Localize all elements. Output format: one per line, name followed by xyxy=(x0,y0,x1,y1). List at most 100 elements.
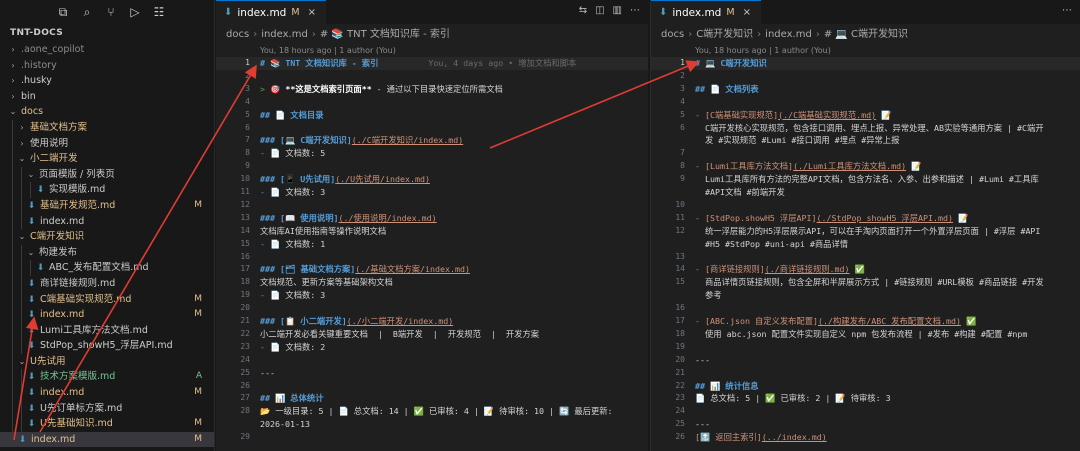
code-line[interactable]: 14 文档库AI使用指南等操作说明文档 xyxy=(216,225,648,238)
code-line[interactable]: 21 xyxy=(651,367,1080,380)
tree-folder[interactable]: ⌄ 构建发布 xyxy=(0,244,214,261)
breadcrumb[interactable]: docs › index.md › # 📚 TNT 文档知识库 - 索引 xyxy=(216,24,648,46)
tree-file[interactable]: ⬇ U先基础知识.md M xyxy=(0,416,214,432)
tree-file[interactable]: ⬇ StdPop_showH5_浮层API.md xyxy=(0,338,214,354)
tree-folder[interactable]: ⌄ U先试用 xyxy=(0,353,214,370)
code-line[interactable]: 25 --- xyxy=(216,367,648,380)
code-line[interactable]: 15 商品详情页链接规则，包含全屏和半屏展示方式 | #链接规则 #URL模板 … xyxy=(651,276,1080,289)
tree-folder[interactable]: ⌄ 页面模版 / 列表页 xyxy=(0,166,214,183)
code-line[interactable]: 2 xyxy=(651,70,1080,83)
extensions-icon[interactable]: ☷ xyxy=(152,5,166,19)
tree-folder[interactable]: › .aone_copilot xyxy=(0,42,214,58)
code-line[interactable]: 7 ### [💻 C端开发知识](./C端开发知识/index.md) xyxy=(216,134,648,147)
tree-file[interactable]: ⬇ C端基础实现规范.md M xyxy=(0,291,214,308)
code-line[interactable]: 28 📂 一级目录: 5 | 📄 总文档: 14 | ✅ 已审核: 4 | 📝 待… xyxy=(216,405,648,418)
code-line[interactable]: 20 --- xyxy=(651,354,1080,367)
code-line[interactable]: 16 xyxy=(651,302,1080,315)
breadcrumb-item[interactable]: index.md xyxy=(765,29,812,40)
tree-file[interactable]: ⬇ ABC_发布配置文档.md xyxy=(0,260,214,276)
tree-folder[interactable]: › 使用说明 xyxy=(0,135,214,152)
tree-file[interactable]: ⬇ 技术方案模版.md A xyxy=(0,369,214,386)
code-line[interactable]: 19- 📄 文档数: 3 xyxy=(216,289,648,302)
code-line[interactable]: 3 ## 📄 文档列表 xyxy=(651,83,1080,96)
tree-file[interactable]: ⬇ index.md M xyxy=(0,431,214,448)
run-debug-icon[interactable]: ▷ xyxy=(128,5,142,19)
tree-folder[interactable]: › .history xyxy=(0,58,214,74)
tree-file[interactable]: ⬇ Lumi工具库方法文档.md xyxy=(0,322,214,339)
code-line[interactable]: 参考 xyxy=(651,289,1080,302)
breadcrumb-item[interactable]: # 📚 TNT 文档知识库 - 索引 xyxy=(320,29,450,40)
tree-folder[interactable]: ⌄ C端开发知识 xyxy=(0,229,214,245)
code-line[interactable]: 23 📄 总文档: 5 | ✅ 已审核: 2 | 📝 待审核: 3 xyxy=(651,392,1080,405)
tree-file[interactable]: ⬇ index.md M xyxy=(0,307,214,323)
code-line[interactable]: 17 - [ABC.json 自定义发布配置](./构建发布/ABC_发布配置文档… xyxy=(651,315,1080,328)
code-line[interactable]: 2 xyxy=(216,70,648,83)
breadcrumb-item[interactable]: index.md xyxy=(261,29,308,40)
source-control-icon[interactable]: ⑂ xyxy=(104,5,118,19)
code-line[interactable]: 13 ### [📖 使用说明](./使用说明/index.md) xyxy=(216,212,648,225)
code-line[interactable]: 16 xyxy=(216,251,648,264)
code-line[interactable]: 12 xyxy=(216,199,648,212)
code-line[interactable]: 4 xyxy=(216,96,648,109)
code-line[interactable]: 11- [StdPop.showH5 浮层API](./StdPop_showH… xyxy=(651,212,1080,225)
split-editor-icon[interactable]: ▥ xyxy=(613,5,622,16)
more-actions-icon[interactable]: ⋯ xyxy=(1062,5,1072,16)
more-actions-icon[interactable]: ⋯ xyxy=(630,5,640,16)
code-line[interactable]: 26 xyxy=(216,380,648,393)
tree-folder[interactable]: ⌄ docs xyxy=(0,104,214,120)
code-line[interactable]: 7 xyxy=(651,147,1080,160)
tree-file[interactable]: ⬇ U先订单标方案.md xyxy=(0,400,214,417)
tab-close-icon[interactable]: × xyxy=(308,7,316,18)
code-line[interactable]: 29 xyxy=(216,431,648,444)
code-line[interactable]: 15- 📄 文档数: 1 xyxy=(216,238,648,251)
search-icon[interactable]: ⌕ xyxy=(80,5,94,20)
code-line[interactable]: 25 --- xyxy=(651,418,1080,431)
code-line[interactable]: 11 - 📄 文档数: 3 xyxy=(216,186,648,199)
code-line[interactable]: 22 ## 📊 统计信息 xyxy=(651,380,1080,393)
code-line[interactable]: 2026-01-13 xyxy=(216,418,648,431)
code-line[interactable]: 9 Lumi工具库所有方法的完整API文档，包含方法名、入参、出参和描述 | #… xyxy=(651,173,1080,186)
tree-folder[interactable]: › 基础文档方案 xyxy=(0,119,214,136)
breadcrumb-item[interactable]: docs xyxy=(226,29,249,40)
tree-folder[interactable]: › bin xyxy=(0,89,214,105)
code-line[interactable]: 发 #实现规范 #Lumi #接口调用 #埋点 #异常上报 xyxy=(651,134,1080,147)
code-line[interactable]: 24 xyxy=(651,405,1080,418)
breadcrumb[interactable]: docs › C端开发知识 › index.md › # 💻 C端开发知识 xyxy=(651,24,1080,46)
preview-icon[interactable]: ◫ xyxy=(595,5,604,16)
tree-file[interactable]: ⬇ 商详链接规则.md xyxy=(0,275,214,292)
codelens-blame[interactable]: You, 18 hours ago | 1 author (You) xyxy=(695,46,831,55)
tab-close-icon[interactable]: × xyxy=(743,7,751,18)
code-line[interactable]: 1 # 📚 TNT 文档知识库 - 索引 You, 4 days ago • 增加… xyxy=(216,57,648,70)
right-editor-tab[interactable]: ⬇ index.md M × xyxy=(651,0,761,24)
code-line[interactable]: 10 xyxy=(651,199,1080,212)
breadcrumb-item[interactable]: C端开发知识 xyxy=(696,29,753,40)
code-line[interactable]: 9 xyxy=(216,160,648,173)
code-line[interactable]: 26 [🔝 返回主索引](../index.md) xyxy=(651,431,1080,444)
code-line[interactable]: 8- 📄 文档数: 5 xyxy=(216,147,648,160)
code-line[interactable]: 21 ### [📋 小二端开发](./小二端开发/index.md) xyxy=(216,315,648,328)
code-line[interactable]: 4 xyxy=(651,96,1080,109)
code-line[interactable]: 10 ### [📱 U先试用](./U先试用/index.md) xyxy=(216,173,648,186)
files-icon[interactable]: ⧉ xyxy=(56,5,70,20)
code-line[interactable]: 13 xyxy=(651,251,1080,264)
code-line[interactable]: 17 ### [🗂 基础文档方案](./基础文档方案/index.md) xyxy=(216,263,648,276)
code-line[interactable]: 6 xyxy=(216,122,648,135)
tree-file[interactable]: ⬇ 实现模版.md xyxy=(0,182,214,198)
code-line[interactable]: 24 xyxy=(216,354,648,367)
code-line[interactable]: 12 统一浮层能力的H5浮层展示API，可以在手淘内页面打开一个外置浮层页面 |… xyxy=(651,225,1080,238)
code-line[interactable]: 8- [Lumi工具库方法文档](./Lumi工具库方法文档.md) 📝 xyxy=(651,160,1080,173)
code-line[interactable]: 18 文档规范、更新方案等基础架构文档 xyxy=(216,276,648,289)
code-line[interactable]: 14- [商详链接规则](./商详链接规则.md) ✅ xyxy=(651,263,1080,276)
code-line[interactable]: 1 # 💻 C端开发知识 xyxy=(651,57,1080,70)
code-line[interactable]: 20 xyxy=(216,302,648,315)
code-line[interactable]: #H5 #StdPop #uni-api #商品详情 xyxy=(651,238,1080,251)
code-line[interactable]: 5 ## 📄 文档目录 xyxy=(216,109,648,122)
breadcrumb-item[interactable]: # 💻 C端开发知识 xyxy=(824,29,908,40)
code-line[interactable]: 23- 📄 文档数: 2 xyxy=(216,341,648,354)
tree-folder[interactable]: ⌄ 小二端开发 xyxy=(0,151,214,167)
code-line[interactable]: 27 ## 📊 总体统计 xyxy=(216,392,648,405)
breadcrumb-item[interactable]: docs xyxy=(661,29,684,40)
codelens-blame[interactable]: You, 18 hours ago | 1 author (You) xyxy=(260,46,396,55)
tree-file[interactable]: ⬇ index.md M xyxy=(0,385,214,401)
tree-file[interactable]: ⬇ index.md xyxy=(0,213,214,230)
